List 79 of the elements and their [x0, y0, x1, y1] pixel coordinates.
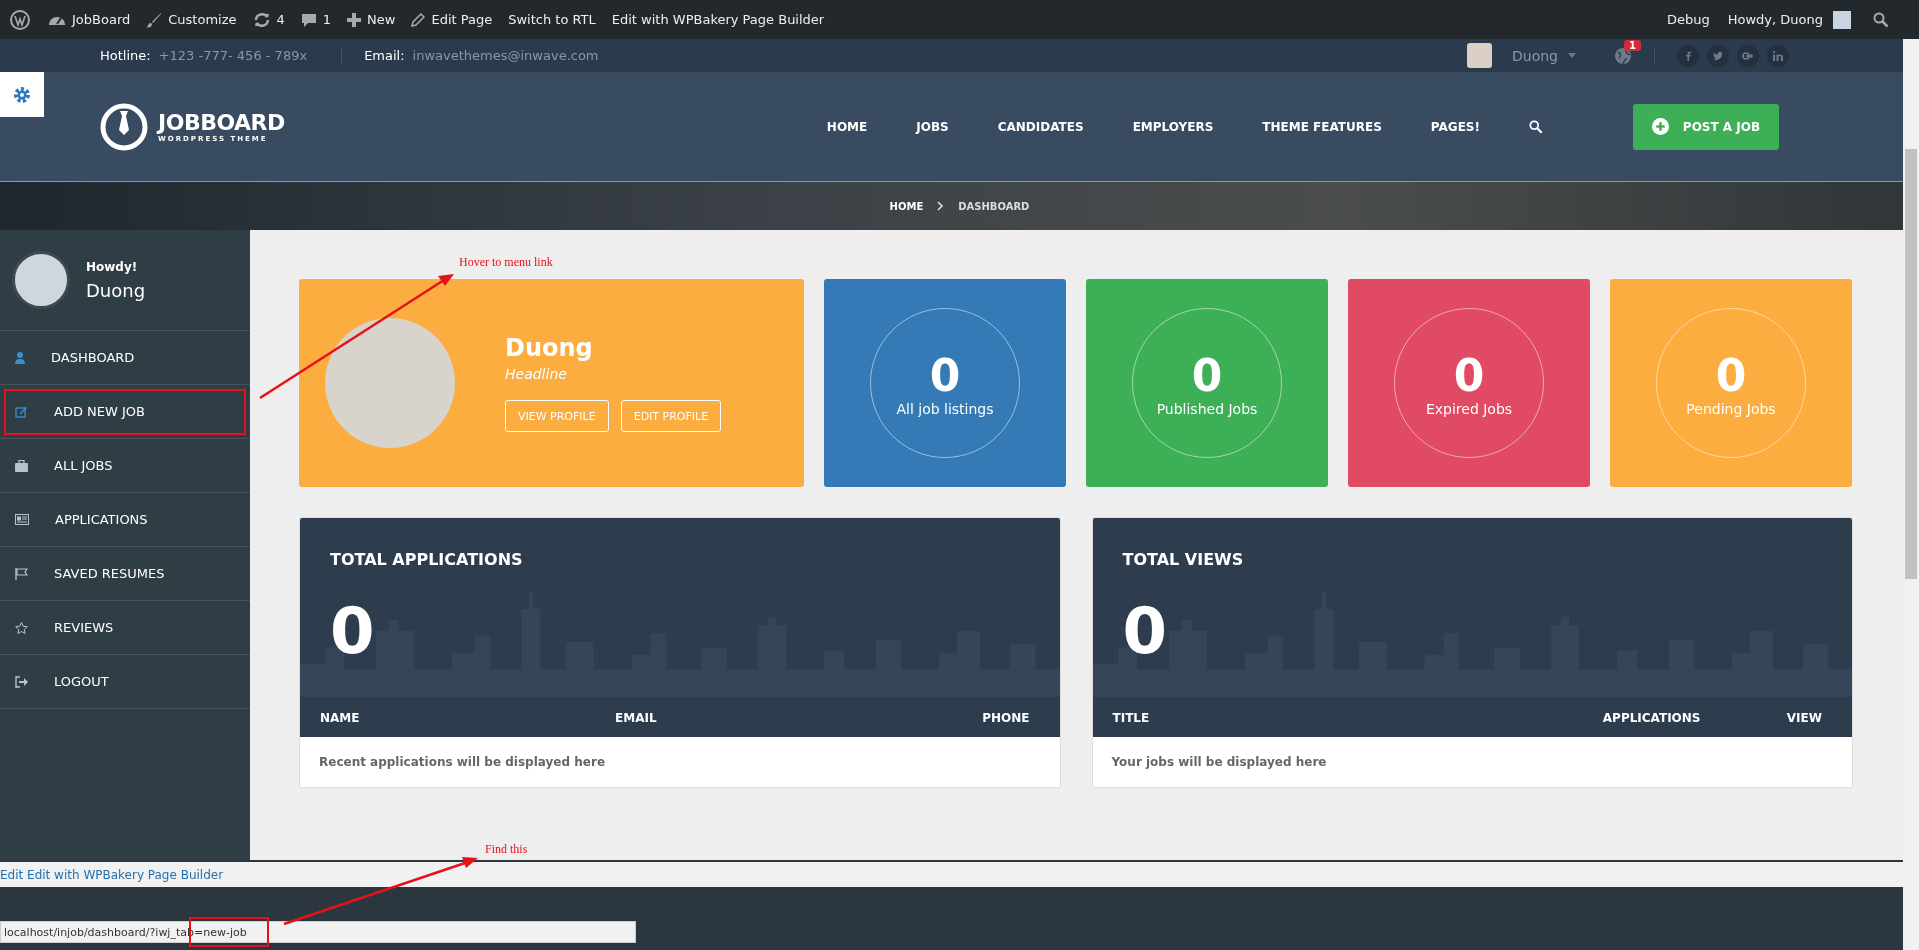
stat-value: 0	[1715, 349, 1747, 401]
search-icon[interactable]	[1873, 11, 1889, 28]
panel-total: 0	[330, 599, 375, 663]
pencil-icon	[411, 12, 426, 27]
column-header: TITLE	[1112, 711, 1151, 725]
chevron-icon	[937, 201, 945, 211]
column-header: PHONE	[982, 711, 1030, 725]
comment-icon	[300, 11, 317, 28]
sidebar-menu-item[interactable]: ADD NEW JOB	[0, 385, 250, 439]
nav-link[interactable]: EMPLOYERS	[1132, 119, 1214, 134]
flag-icon	[15, 567, 28, 580]
nav-link[interactable]: CANDIDATES	[997, 119, 1084, 134]
briefcase-icon	[15, 459, 28, 472]
nav-link[interactable]: JOBS	[916, 119, 949, 134]
hotline-number: +123 -777- 456 - 789x	[158, 48, 308, 63]
greeting: Howdy!	[86, 259, 139, 274]
nav-link[interactable]: PAGES!	[1430, 119, 1480, 134]
profile-headline: Headline	[505, 366, 568, 382]
breadcrumb-link[interactable]: DASHBOARD	[958, 200, 1030, 212]
edit-page-link[interactable]: Edit Edit with WPBakery Page Builder	[0, 867, 224, 882]
column-header: NAME	[320, 711, 361, 725]
annotation-note: Hover to menu link	[459, 255, 553, 270]
stat-label: Pending Jobs	[1686, 400, 1776, 417]
user-avatar	[1467, 43, 1492, 68]
debug-link[interactable]: Debug	[1656, 0, 1720, 39]
admin-bar-link[interactable]: 1	[292, 0, 340, 39]
profile-name: Duong	[505, 334, 594, 362]
column-header: VIEW	[1786, 711, 1822, 725]
admin-bar-link[interactable]: 4	[244, 0, 293, 39]
notification-count: 1	[1624, 39, 1641, 51]
twitter-icon[interactable]	[1707, 44, 1729, 67]
stat-label: Expired Jobs	[1425, 400, 1513, 417]
globe-icon[interactable]	[1614, 46, 1632, 65]
linkedin-icon[interactable]	[1767, 44, 1789, 67]
admin-bar-link[interactable]: Edit Page	[403, 0, 501, 39]
plus-icon	[347, 12, 362, 27]
empty-message: Recent applications will be displayed here	[319, 755, 605, 769]
hotline-label: Hotline:	[100, 48, 151, 63]
admin-bar-link[interactable]: Switch to RTL	[500, 0, 604, 39]
panel-total: 0	[1122, 599, 1168, 663]
annotation-note: Find this	[485, 842, 528, 857]
admin-bar-link[interactable]: Edit with WPBakery Page Builder	[603, 0, 833, 39]
refresh-icon	[252, 11, 271, 28]
search-icon[interactable]	[1529, 119, 1543, 134]
user-name: Duong	[86, 279, 146, 301]
star-icon	[15, 621, 28, 634]
stat-label: Published Jobs	[1156, 400, 1258, 417]
panel-title: TOTAL VIEWS	[1122, 550, 1245, 569]
brush-icon	[146, 11, 163, 28]
user-menu[interactable]: Duong	[1512, 47, 1576, 64]
email-address: inwavethemes@inwave.com	[412, 48, 599, 63]
stat-value: 0	[1453, 349, 1485, 401]
id-card-icon	[15, 514, 29, 525]
account-link[interactable]: Howdy, Duong	[1719, 0, 1859, 39]
nav-link[interactable]: THEME FEATURES	[1262, 119, 1382, 134]
column-header: EMAIL	[615, 711, 658, 725]
user-icon	[15, 351, 25, 364]
google-plus-icon[interactable]	[1737, 44, 1759, 67]
column-header: APPLICATIONS	[1602, 711, 1702, 725]
nav-link[interactable]: HOME	[826, 119, 868, 134]
plus-circle-icon	[1651, 118, 1669, 135]
empty-message: Your jobs will be displayed here	[1111, 755, 1327, 769]
settings-icon[interactable]	[0, 72, 44, 117]
logout-icon	[15, 675, 28, 688]
breadcrumb-link[interactable]: HOME	[889, 200, 924, 212]
avatar-icon	[1833, 10, 1851, 29]
panel-title: TOTAL APPLICATIONS	[330, 550, 524, 569]
logo-title: JOBBOARD	[158, 110, 285, 135]
edit-icon	[15, 405, 28, 418]
caret-icon	[1568, 53, 1576, 58]
admin-bar-link[interactable]: Customize	[138, 0, 245, 39]
admin-bar-link[interactable]: JobBoard	[40, 0, 139, 39]
stat-label: All job listings	[896, 400, 994, 417]
stat-value: 0	[929, 349, 961, 401]
stat-value: 0	[1191, 349, 1223, 401]
email-label: Email:	[364, 48, 405, 63]
logo-icon	[100, 102, 148, 151]
facebook-icon[interactable]	[1677, 44, 1699, 67]
admin-bar-link[interactable]: New	[339, 0, 404, 39]
